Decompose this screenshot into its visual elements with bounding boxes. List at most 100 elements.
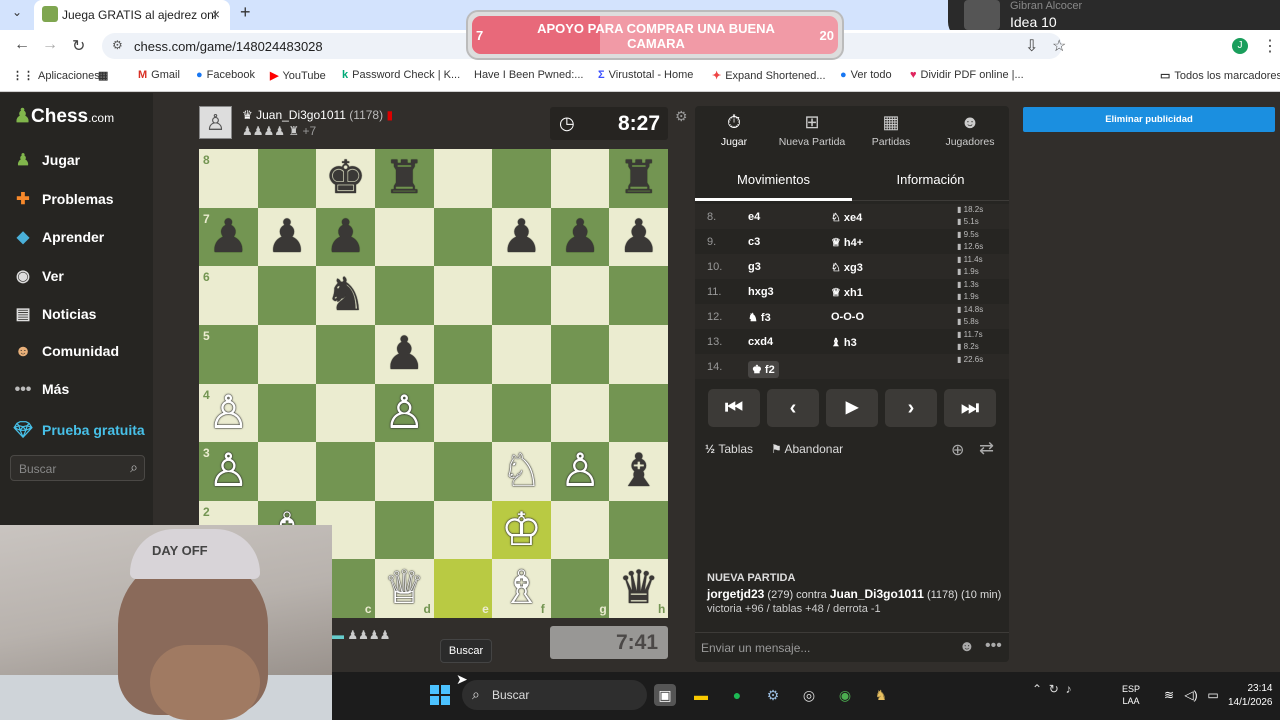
square-e3[interactable] xyxy=(433,442,493,501)
tab-movimientos[interactable]: Movimientos xyxy=(695,172,852,187)
opponent-name-line[interactable]: ♛ Juan_Di3go1011 (1178) ▮ xyxy=(242,108,393,122)
system-tray[interactable]: ⌃ ↻ ♪ xyxy=(1032,682,1071,696)
bookmark-expand[interactable]: ✦ Expand Shortened... xyxy=(712,69,826,82)
square-f5[interactable] xyxy=(492,324,551,384)
chess-logo[interactable]: ♟Chess.com xyxy=(14,105,114,128)
battery-icon[interactable]: ▭ xyxy=(1202,684,1224,706)
square-d3[interactable] xyxy=(374,442,434,501)
square-b5[interactable] xyxy=(257,324,317,384)
sidebar-item-jugar[interactable]: ♟ Jugar xyxy=(12,150,152,174)
piece-a7[interactable]: ♟ xyxy=(199,208,258,267)
resign-button[interactable]: ⚑ Abandonar xyxy=(771,442,843,456)
chess-app-icon[interactable]: ♞ xyxy=(870,684,892,706)
add-time-icon[interactable]: ⊕ xyxy=(951,440,964,460)
bookmark-hibp[interactable]: Have I Been Pwned:... xyxy=(470,69,583,81)
piece-f7[interactable]: ♟ xyxy=(492,208,551,267)
piece-a4[interactable]: ♙ xyxy=(199,384,258,443)
draw-button[interactable]: ½ Tablas xyxy=(705,442,753,456)
sidebar-item-comunidad[interactable]: ☻ Comunidad xyxy=(12,343,152,367)
white-move[interactable]: hxg3 xyxy=(748,286,774,298)
square-g2[interactable] xyxy=(550,500,610,560)
square-e7[interactable] xyxy=(433,207,493,267)
windows-start-icon[interactable] xyxy=(430,685,450,705)
black-move[interactable]: O-O-O xyxy=(831,311,864,323)
new-tab-button[interactable]: + xyxy=(240,2,251,23)
volume-icon[interactable]: ◁) xyxy=(1180,684,1202,706)
piece-d5[interactable]: ♟ xyxy=(375,325,434,384)
square-f8[interactable] xyxy=(492,149,551,208)
piece-h8[interactable]: ♜ xyxy=(609,149,668,208)
white-move[interactable]: e4 xyxy=(748,211,760,223)
last-move-button[interactable]: ⏭ xyxy=(944,389,996,427)
square-d6[interactable] xyxy=(374,266,434,325)
square-h6[interactable] xyxy=(609,266,668,325)
next-move-button[interactable]: › xyxy=(885,389,937,427)
site-info-icon[interactable]: ⚙ xyxy=(112,38,123,52)
piece-f2[interactable]: ♔ xyxy=(492,501,551,560)
profile-avatar[interactable]: J xyxy=(1232,38,1248,54)
bookmark-star-icon[interactable]: ☆ xyxy=(1052,36,1066,56)
white-move[interactable]: g3 xyxy=(748,261,761,273)
piece-b7[interactable]: ♟ xyxy=(258,208,317,267)
square-b6[interactable] xyxy=(257,266,317,325)
tab-search-icon[interactable]: ⌄ xyxy=(12,5,22,19)
tab-informacion[interactable]: Información xyxy=(852,172,1009,187)
remove-ads-button[interactable]: Eliminar publicidad xyxy=(1023,107,1275,132)
piece-f3[interactable]: ♘ xyxy=(492,442,551,501)
play-moves-button[interactable]: ▶ xyxy=(826,389,878,427)
sidebar-item-aprender[interactable]: ◆ Aprender xyxy=(12,227,152,251)
white-move[interactable]: ♚ f2 xyxy=(748,361,779,378)
square-h4[interactable] xyxy=(609,383,668,443)
square-g8[interactable] xyxy=(550,149,610,208)
task-view-icon[interactable]: ▣ xyxy=(654,684,676,706)
bookmark-apps[interactable]: ⋮⋮ Aplicaciones xyxy=(12,69,100,82)
bookmark-grid[interactable]: ▦ xyxy=(98,69,112,82)
square-c5[interactable] xyxy=(316,324,375,384)
square-c3[interactable] xyxy=(316,442,375,501)
first-move-button[interactable]: ⏮ xyxy=(708,389,760,427)
piece-g7[interactable]: ♟ xyxy=(551,208,610,267)
piece-f1[interactable]: ♗ xyxy=(492,559,551,618)
black-move[interactable]: ♘ xg3 xyxy=(831,261,863,274)
black-move[interactable]: ♕ xh1 xyxy=(831,286,863,299)
sidebar-item-mas[interactable]: ••• Más xyxy=(12,381,152,405)
square-e5[interactable] xyxy=(433,324,493,384)
white-move[interactable]: ♞ f3 xyxy=(748,311,771,324)
tab-nueva-partida[interactable]: ⊞ Nueva Partida xyxy=(773,106,851,156)
bookmark-password-check[interactable]: k Password Check | K... xyxy=(342,69,460,81)
chrome-icon[interactable]: ◉ xyxy=(834,684,856,706)
all-bookmarks[interactable]: ▭ Todos los marcadores xyxy=(1160,69,1280,82)
square-h5[interactable] xyxy=(609,324,668,384)
forward-icon[interactable]: → xyxy=(42,36,58,54)
wifi-icon[interactable]: ≋ xyxy=(1158,684,1180,706)
white-move[interactable]: cxd4 xyxy=(748,336,773,348)
reload-icon[interactable]: ↻ xyxy=(72,36,85,56)
prev-move-button[interactable]: ‹ xyxy=(767,389,819,427)
piece-h7[interactable]: ♟ xyxy=(609,208,668,267)
square-b4[interactable] xyxy=(257,383,317,443)
opponent-avatar[interactable]: ♙ xyxy=(199,106,232,139)
system-clock[interactable]: 23:14 14/1/2026 xyxy=(1228,682,1273,710)
obs-icon[interactable]: ◎ xyxy=(798,684,820,706)
square-d2[interactable] xyxy=(374,500,434,560)
piece-d4[interactable]: ♙ xyxy=(375,384,434,443)
piece-c8[interactable]: ♚ xyxy=(316,149,375,208)
square-f6[interactable] xyxy=(492,266,551,325)
language-indicator[interactable]: ESP LAA xyxy=(1122,683,1140,707)
square-g6[interactable] xyxy=(550,266,610,325)
steam-icon[interactable]: ⚙ xyxy=(762,684,784,706)
tab-jugadores[interactable]: ☻ Jugadores xyxy=(931,106,1009,156)
square-c4[interactable] xyxy=(316,383,375,443)
install-icon[interactable]: ⇩ xyxy=(1025,36,1038,56)
piece-a3[interactable]: ♙ xyxy=(199,442,258,501)
menu-icon[interactable]: ⋮ xyxy=(1262,36,1278,56)
bookmark-pdf[interactable]: ♥ Dividir PDF online |... xyxy=(910,69,1024,81)
board-settings-icon[interactable]: ⚙ xyxy=(675,108,688,125)
bookmark-virustotal[interactable]: Σ Virustotal - Home xyxy=(598,69,693,81)
sidebar-item-noticias[interactable]: ▤ Noticias xyxy=(12,304,152,328)
bookmark-facebook[interactable]: ● Facebook xyxy=(196,69,255,81)
file-explorer-icon[interactable]: ▬ xyxy=(690,684,712,706)
bookmark-gmail[interactable]: M Gmail xyxy=(138,69,180,81)
piece-d1[interactable]: ♕ xyxy=(375,559,434,618)
piece-c6[interactable]: ♞ xyxy=(316,266,375,325)
